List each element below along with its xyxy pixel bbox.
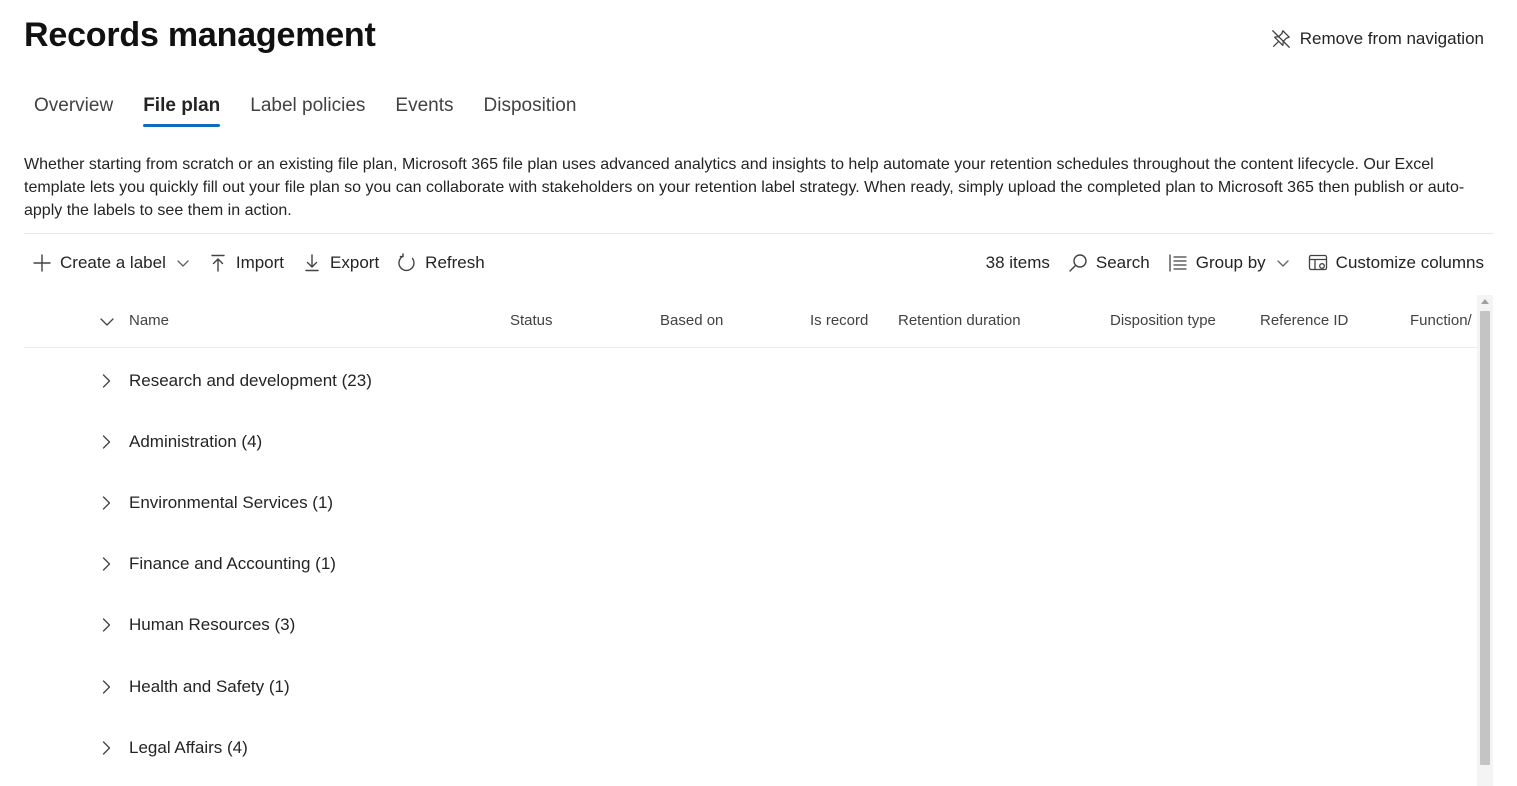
group-label: Environmental Services (1) bbox=[129, 492, 334, 512]
item-count: 38 items bbox=[985, 253, 1050, 272]
unpin-icon bbox=[1271, 30, 1290, 48]
group-row[interactable]: Administration (4) bbox=[24, 411, 1479, 472]
search-button[interactable]: Search bbox=[1068, 253, 1150, 273]
page-title: Records management bbox=[24, 16, 376, 54]
import-button[interactable]: Import bbox=[208, 253, 284, 273]
list-icon bbox=[1169, 254, 1187, 272]
group-label: Research and development (23) bbox=[129, 370, 372, 390]
customize-columns-text: Customize columns bbox=[1335, 253, 1484, 272]
command-bar-right: 38 items Search Group by Customize colum… bbox=[986, 248, 1484, 278]
chevron-down-icon bbox=[177, 260, 189, 267]
group-label: Finance and Accounting (1) bbox=[129, 554, 336, 574]
remove-from-navigation-button[interactable]: Remove from navigation bbox=[1270, 28, 1484, 50]
chevron-right-icon[interactable] bbox=[98, 679, 114, 695]
group-row[interactable]: Legal Affairs (4) bbox=[24, 717, 1479, 778]
command-bar-left: Create a label Import Export Refresh bbox=[32, 248, 485, 278]
group-label: Administration (4) bbox=[129, 431, 263, 451]
remove-from-navigation-label: Remove from navigation bbox=[1299, 29, 1484, 48]
records-management-page: Records management Remove from navigatio… bbox=[0, 0, 1517, 786]
group-row[interactable]: Finance and Accounting (1) bbox=[24, 534, 1479, 595]
chevron-down-icon[interactable] bbox=[98, 313, 116, 331]
tab-disposition[interactable]: Disposition bbox=[484, 95, 577, 127]
chevron-right-icon[interactable] bbox=[98, 495, 114, 511]
search-text: Search bbox=[1095, 253, 1150, 272]
group-row[interactable]: Environmental Services (1) bbox=[24, 472, 1479, 533]
chevron-right-icon[interactable] bbox=[98, 740, 114, 756]
refresh-icon bbox=[398, 253, 415, 272]
column-header-status[interactable]: Status bbox=[510, 312, 553, 329]
search-icon bbox=[1069, 254, 1087, 272]
group-row[interactable]: Human Resources (3) bbox=[24, 595, 1479, 656]
chevron-right-icon[interactable] bbox=[98, 556, 114, 572]
column-header-is-record[interactable]: Is record bbox=[810, 312, 868, 329]
chevron-down-icon bbox=[1277, 260, 1289, 267]
create-label-button[interactable]: Create a label bbox=[32, 253, 190, 273]
export-text: Export bbox=[330, 253, 380, 272]
refresh-button[interactable]: Refresh bbox=[397, 253, 485, 273]
column-header-reference-id[interactable]: Reference ID bbox=[1260, 312, 1348, 329]
divider bbox=[24, 233, 1494, 234]
vertical-scrollbar[interactable] bbox=[1477, 295, 1493, 786]
file-plan-description: Whether starting from scratch or an exis… bbox=[24, 156, 1465, 219]
column-header-name[interactable]: Name bbox=[129, 312, 169, 329]
group-by-button[interactable]: Group by bbox=[1168, 253, 1290, 273]
scroll-up-arrow-icon[interactable] bbox=[1481, 298, 1489, 304]
group-label: Legal Affairs (4) bbox=[129, 737, 248, 757]
chevron-right-icon[interactable] bbox=[98, 617, 114, 633]
group-label: Human Resources (3) bbox=[129, 615, 296, 635]
tab-events[interactable]: Events bbox=[395, 95, 453, 127]
chevron-right-icon[interactable] bbox=[98, 434, 114, 450]
upload-icon bbox=[211, 254, 225, 272]
chevron-right-icon[interactable] bbox=[98, 373, 114, 389]
column-header-disposition-type[interactable]: Disposition type bbox=[1110, 312, 1216, 329]
column-header-function[interactable]: Function/ bbox=[1410, 312, 1478, 329]
group-row[interactable]: Health and Safety (1) bbox=[24, 656, 1479, 717]
tab-overview[interactable]: Overview bbox=[34, 95, 113, 127]
file-plan-groups: Research and development (23) Administra… bbox=[24, 350, 1479, 778]
download-icon bbox=[305, 254, 319, 272]
group-label: Health and Safety (1) bbox=[129, 676, 290, 696]
table-settings-icon bbox=[1308, 254, 1327, 271]
export-button[interactable]: Export bbox=[302, 253, 379, 273]
plus-icon bbox=[33, 254, 51, 272]
tab-label-policies[interactable]: Label policies bbox=[250, 95, 365, 127]
tab-file-plan[interactable]: File plan bbox=[143, 95, 221, 127]
column-header-retention-duration[interactable]: Retention duration bbox=[898, 312, 1021, 329]
table-header: Name Status Based on Is record Retention… bbox=[24, 300, 1479, 348]
column-header-based-on[interactable]: Based on bbox=[660, 312, 723, 329]
scrollbar-thumb[interactable] bbox=[1480, 311, 1490, 765]
customize-columns-button[interactable]: Customize columns bbox=[1308, 253, 1484, 273]
create-label-text: Create a label bbox=[60, 253, 166, 272]
import-text: Import bbox=[235, 253, 285, 272]
refresh-text: Refresh bbox=[425, 253, 485, 272]
tab-bar: Overview File plan Label policies Events… bbox=[34, 95, 576, 127]
group-row[interactable]: Research and development (23) bbox=[24, 350, 1479, 411]
group-by-text: Group by bbox=[1195, 253, 1266, 272]
